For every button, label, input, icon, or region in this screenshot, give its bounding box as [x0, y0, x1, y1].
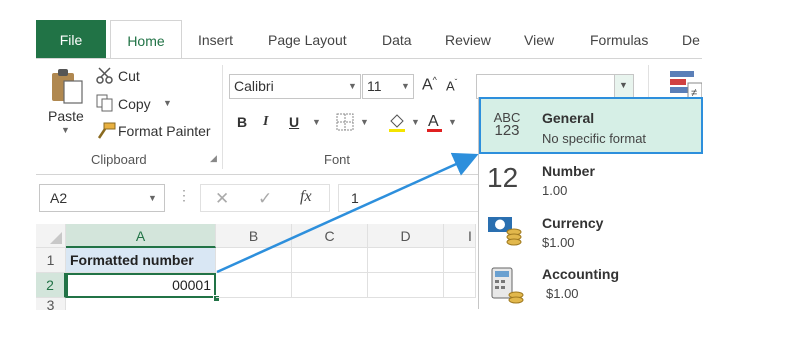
format-painter-icon[interactable]: [96, 122, 116, 143]
name-box[interactable]: A2 ▼: [39, 184, 165, 212]
number-format-dropdown: ABC 123 General No specific format 12 Nu…: [478, 97, 703, 309]
formula-input[interactable]: 1: [338, 184, 478, 212]
tab-home[interactable]: Home: [110, 20, 182, 59]
font-color-dropdown-icon[interactable]: ▼: [448, 117, 457, 127]
cell-c1[interactable]: [292, 248, 368, 273]
tab-review[interactable]: Review: [445, 20, 491, 58]
cell-b2[interactable]: [216, 273, 292, 298]
tab-formulas[interactable]: Formulas: [590, 20, 648, 58]
copy-dropdown-icon[interactable]: ▼: [163, 98, 172, 108]
currency-icon: [487, 214, 523, 253]
cell-b1[interactable]: [216, 248, 292, 273]
ribbon-tab-bar: File Home Insert Page Layout Data Review…: [36, 20, 702, 59]
tab-developer[interactable]: De: [682, 20, 700, 58]
cut-button[interactable]: Cut: [118, 68, 140, 84]
cancel-icon[interactable]: ✕: [215, 189, 229, 209]
font-color-icon[interactable]: A: [425, 111, 445, 136]
font-group-label: Font: [324, 152, 351, 167]
paste-button-label[interactable]: Paste: [48, 108, 84, 124]
borders-icon[interactable]: [336, 113, 354, 134]
format-option-title: General: [542, 110, 595, 126]
underline-dropdown-icon[interactable]: ▼: [312, 117, 321, 127]
clipboard-group-label: Clipboard: [91, 152, 147, 167]
chevron-down-icon: ▼: [348, 81, 357, 91]
paste-icon[interactable]: [50, 67, 86, 107]
cell-d2[interactable]: [368, 273, 444, 298]
format-option-general[interactable]: ABC 123 General No specific format: [479, 97, 703, 154]
font-family-value: Calibri: [234, 78, 274, 94]
format-option-subtitle: $1.00: [546, 286, 579, 301]
italic-button[interactable]: I: [263, 114, 268, 130]
spreadsheet-grid: A B C D I 1 Formatted number 2 00001 3: [36, 224, 476, 310]
num-label: 123: [494, 122, 520, 139]
formula-bar-splitter-icon[interactable]: ⋮: [177, 187, 191, 204]
font-size-value: 11: [367, 78, 382, 94]
formula-value: 1: [351, 190, 359, 206]
tab-insert[interactable]: Insert: [198, 20, 233, 58]
row-header-3[interactable]: 3: [36, 298, 66, 310]
accounting-icon: [491, 267, 525, 310]
name-box-value: A2: [50, 190, 68, 206]
cell-e2[interactable]: [444, 273, 476, 298]
column-header-b[interactable]: B: [216, 224, 292, 248]
copy-icon[interactable]: [96, 94, 114, 115]
number-format-select[interactable]: ▼: [476, 74, 634, 99]
column-header-c[interactable]: C: [292, 224, 368, 248]
column-header-d[interactable]: D: [368, 224, 444, 248]
grow-font-icon[interactable]: A^: [422, 75, 437, 94]
font-family-select[interactable]: Calibri ▼: [229, 74, 361, 99]
format-option-number[interactable]: 12 Number 1.00: [479, 154, 703, 206]
formula-buttons: ✕ ✓ fx: [200, 184, 330, 212]
format-option-title: Number: [542, 163, 595, 179]
cell-a1[interactable]: Formatted number: [66, 248, 216, 273]
chevron-down-icon: ▼: [148, 193, 157, 203]
format-option-accounting[interactable]: Accounting $1.00: [479, 259, 703, 309]
format-option-subtitle: $1.00: [542, 235, 575, 250]
column-header-a[interactable]: A: [66, 224, 216, 248]
tab-file[interactable]: File: [36, 20, 106, 58]
row-header-1[interactable]: 1: [36, 248, 66, 273]
cell-e1[interactable]: [444, 248, 476, 273]
bold-button[interactable]: B: [237, 114, 247, 130]
chevron-down-icon: ▼: [619, 80, 628, 90]
abc-123-icon: ABC 123: [490, 111, 524, 139]
clipboard-launcher-icon[interactable]: ◢: [210, 153, 217, 164]
cell-a2-selected[interactable]: 00001: [66, 273, 216, 298]
underline-button[interactable]: U: [289, 114, 299, 130]
font-size-select[interactable]: 11 ▼: [362, 74, 414, 99]
select-all-corner[interactable]: [36, 224, 66, 248]
row-header-2[interactable]: 2: [36, 273, 66, 298]
number-12-icon: 12: [487, 162, 519, 193]
number-format-dropdown-button[interactable]: ▼: [614, 75, 633, 98]
enter-checkmark-icon[interactable]: ✓: [258, 189, 272, 209]
svg-text:A: A: [428, 113, 439, 130]
insert-function-button[interactable]: fx: [300, 188, 312, 206]
fill-color-icon[interactable]: [386, 111, 408, 136]
format-option-subtitle: 1.00: [542, 183, 568, 198]
cell-c2[interactable]: [292, 273, 368, 298]
format-option-currency[interactable]: Currency $1.00: [479, 206, 703, 259]
tab-view[interactable]: View: [524, 20, 554, 58]
format-option-title: Currency: [542, 215, 604, 231]
tab-page-layout[interactable]: Page Layout: [268, 20, 347, 58]
chevron-down-icon: ▼: [401, 81, 410, 91]
format-painter-button[interactable]: Format Painter: [118, 123, 211, 139]
paste-dropdown-icon[interactable]: ▼: [61, 125, 70, 135]
fill-color-dropdown-icon[interactable]: ▼: [411, 117, 420, 127]
format-option-subtitle: No specific format: [542, 131, 647, 146]
cell-d1[interactable]: [368, 248, 444, 273]
cut-icon[interactable]: [96, 67, 114, 88]
ribbon-separator: [222, 65, 223, 169]
tab-data[interactable]: Data: [382, 20, 412, 58]
copy-button[interactable]: Copy: [118, 96, 151, 112]
shrink-font-icon[interactable]: Aˇ: [446, 78, 457, 93]
column-header-i[interactable]: I: [444, 224, 476, 248]
borders-dropdown-icon[interactable]: ▼: [360, 117, 369, 127]
format-option-title: Accounting: [542, 266, 619, 282]
